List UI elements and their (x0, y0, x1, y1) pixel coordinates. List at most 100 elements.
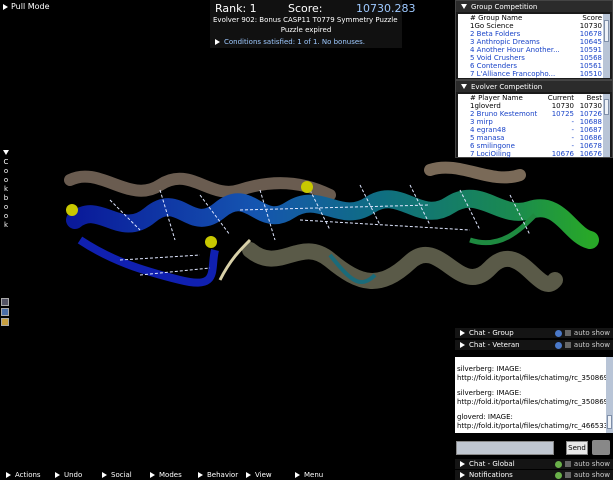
auto-show-toggle[interactable]: auto show (554, 341, 610, 349)
chat-log[interactable]: silverberg: IMAGE: http://fold.it/portal… (455, 357, 613, 433)
chat-veteran-tab[interactable]: Chat - Veteran auto show (455, 340, 613, 350)
scroll-thumb[interactable] (604, 99, 609, 115)
group-scrollbar[interactable] (603, 14, 610, 78)
table-row[interactable]: 3 mirp -10688 (458, 118, 610, 126)
menu-behavior[interactable]: Behavior (198, 471, 238, 479)
expand-icon (460, 330, 465, 336)
status-icon (554, 471, 562, 479)
table-row[interactable]: 2 Beta Folders 10678 (458, 30, 610, 38)
info-icon (554, 341, 562, 349)
table-row[interactable]: 6 Contenders 10561 (458, 62, 610, 70)
table-row[interactable]: 7 L'Alliance Francopho... 10510 (458, 70, 610, 78)
expand-icon (55, 471, 60, 478)
group-competition-panel: Group Competition # Group Name Score 1Go… (455, 0, 613, 80)
evolver-scrollbar[interactable] (603, 94, 610, 157)
rank-label: Rank: 1 (215, 2, 257, 15)
menu-actions[interactable]: Actions (6, 471, 41, 479)
chat-link[interactable]: http://fold.it/portal/files/chatimg/rc_3… (457, 398, 613, 407)
scroll-thumb[interactable] (607, 415, 612, 429)
auto-show-checkbox[interactable] (564, 330, 571, 336)
status-icon (554, 460, 562, 468)
expand-icon (150, 471, 155, 478)
menu-undo[interactable]: Undo (55, 471, 82, 479)
send-button[interactable]: Send (566, 441, 588, 455)
camera-icon[interactable] (592, 440, 610, 455)
table-row[interactable]: 1gloverd 10730 10730 (458, 102, 610, 110)
side-tool-icons (1, 298, 9, 326)
puzzle-name: Evolver 902: Bonus CASP11 T0779 Symmetry… (213, 16, 398, 24)
table-header: # Group Name Score (470, 14, 602, 22)
menu-menu[interactable]: Menu (295, 471, 323, 479)
auto-show-toggle[interactable]: auto show (554, 329, 610, 337)
group-competition-title: Group Competition (471, 2, 538, 11)
menu-view[interactable]: View (246, 471, 272, 479)
chat-group-tab[interactable]: Chat - Group auto show (455, 328, 613, 338)
auto-show-label: auto show (573, 329, 610, 337)
score-value: 10730.283 (356, 2, 416, 15)
table-row[interactable]: 4 egran48-10687 (458, 126, 610, 134)
conditions-toggle[interactable]: Conditions satisfied: 1 of 1. No bonuses… (215, 38, 365, 46)
group-table: # Group Name Score 1Go Science 10730 2 Be… (458, 14, 610, 78)
auto-show-label: auto show (573, 341, 610, 349)
auto-show-checkbox[interactable] (564, 342, 571, 348)
menu-modes[interactable]: Modes (150, 471, 182, 479)
evolver-competition-title: Evolver Competition (471, 82, 543, 91)
table-row[interactable]: 6 smilingone -10678 (458, 142, 610, 150)
play-icon (3, 3, 8, 10)
table-row[interactable]: 4 Another Hour Another... 10591 (458, 46, 610, 54)
cookbook-letter: o (3, 167, 9, 175)
auto-show-checkbox[interactable] (564, 472, 571, 478)
chat-message: silverberg: IMAGE: http://fold.it/portal… (457, 365, 613, 383)
table-row[interactable]: 5 manasa -10686 (458, 134, 610, 142)
collapse-icon (3, 150, 9, 155)
puzzle-status: Puzzle expired (280, 26, 332, 34)
pull-mode-toggle[interactable]: Pull Mode (3, 2, 50, 11)
recipe-icon[interactable] (1, 298, 9, 306)
bottom-menu-bar: Actions Undo Social Modes Behavior View … (0, 469, 455, 480)
chat-tab-label: Chat - Global (469, 460, 515, 468)
notifications-label: Notifications (469, 471, 513, 479)
expand-icon (246, 471, 251, 478)
chat-scrollbar[interactable] (606, 357, 613, 433)
menu-social[interactable]: Social (102, 471, 132, 479)
chat-tab-label: Chat - Group (469, 329, 514, 337)
auto-show-toggle[interactable]: auto show (554, 460, 610, 468)
table-row[interactable]: 7 LociOiling 10676 10676 (458, 150, 610, 158)
cookbook-tab[interactable]: C o o k b o o k (1, 150, 11, 230)
collapse-icon (461, 4, 467, 9)
chat-message: gloverd: IMAGE: http://fold.it/portal/fi… (457, 413, 613, 431)
table-row[interactable]: 5 Void Crushers 10568 (458, 54, 610, 62)
evolver-competition-header[interactable]: Evolver Competition (456, 81, 612, 92)
cookbook-letter: k (3, 185, 9, 193)
cookbook-letter: b (3, 194, 9, 202)
group-competition-header[interactable]: Group Competition (456, 1, 612, 12)
evolver-table: # Player Name Current Best 1gloverd 10730… (458, 94, 610, 158)
auto-show-label: auto show (573, 471, 610, 479)
expand-icon (6, 471, 11, 478)
table-row[interactable]: 3 Anthropic Dreams 10645 (458, 38, 610, 46)
expand-icon (460, 472, 465, 478)
cookbook-letter: o (3, 176, 9, 184)
collapse-icon (461, 84, 467, 89)
expand-icon (215, 39, 220, 45)
expand-icon (460, 342, 465, 348)
chat-global-tab[interactable]: Chat - Global auto show (455, 459, 613, 469)
table-row[interactable]: 1Go Science 10730 (458, 22, 610, 30)
folder-icon[interactable] (1, 308, 9, 316)
note-icon[interactable] (1, 318, 9, 326)
chat-input[interactable] (456, 441, 554, 455)
table-row[interactable]: 2 Bruno Kestemont 10725 10726 (458, 110, 610, 118)
cookbook-letter: o (3, 203, 9, 211)
evolver-competition-panel: Evolver Competition # Player Name Curren… (455, 80, 613, 158)
conditions-text: Conditions satisfied: 1 of 1. No bonuses… (224, 38, 366, 46)
table-header: # Player Name Current Best (470, 94, 602, 102)
auto-show-checkbox[interactable] (564, 461, 571, 467)
chat-tab-label: Chat - Veteran (469, 341, 520, 349)
chat-link[interactable]: http://fold.it/portal/files/chatimg/rc_4… (457, 422, 613, 431)
scroll-thumb[interactable] (604, 20, 609, 42)
cookbook-letter: o (3, 212, 9, 220)
chat-link[interactable]: http://fold.it/portal/files/chatimg/rc_3… (457, 374, 613, 383)
cookbook-letter: k (3, 221, 9, 229)
auto-show-toggle[interactable]: auto show (554, 471, 610, 479)
notifications-tab[interactable]: Notifications auto show (455, 470, 613, 480)
